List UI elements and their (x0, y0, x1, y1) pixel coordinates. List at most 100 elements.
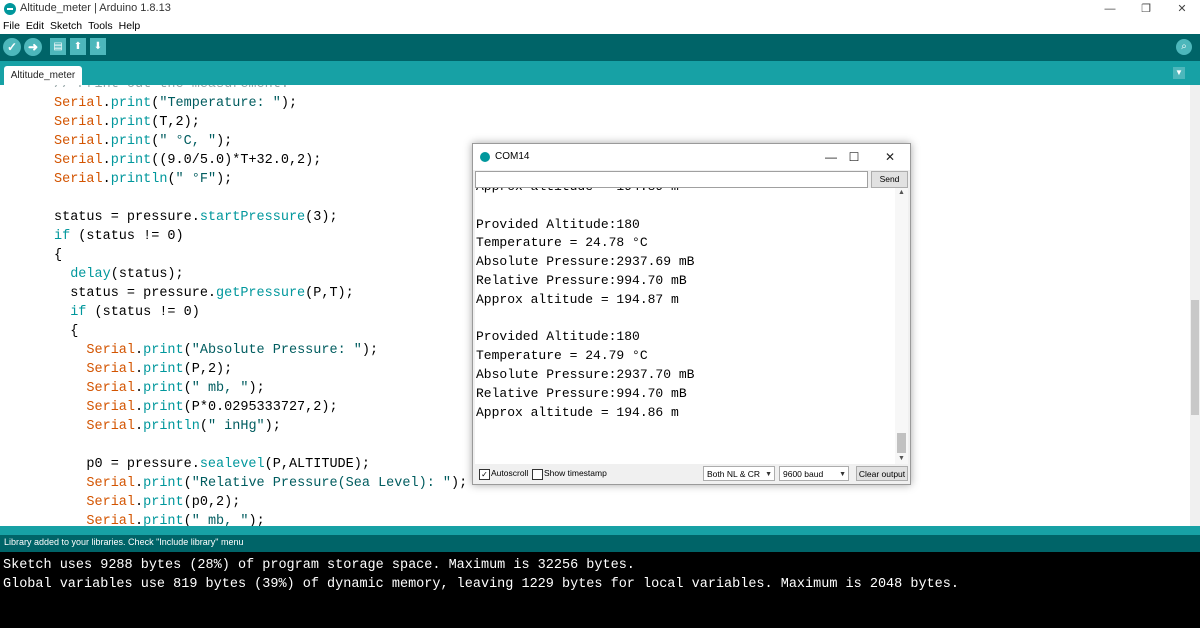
code-token: . (102, 115, 111, 130)
code-token: ); (361, 343, 379, 358)
serial-output-line: Temperature = 24.78 °C (476, 235, 648, 251)
arduino-logo-icon (480, 152, 490, 162)
menu-sketch[interactable]: Sketch (50, 18, 82, 34)
code-token: " °C, " (159, 134, 217, 149)
code-token: print (110, 134, 152, 149)
code-token: . (102, 172, 111, 187)
magnifier-icon: ⌕ (1181, 41, 1187, 52)
save-button[interactable]: ⬇ (90, 38, 106, 55)
chevron-down-icon: ▼ (765, 471, 772, 478)
baud-value: 9600 baud (783, 469, 824, 479)
code-token: Serial (86, 514, 136, 526)
code-token: ); (248, 514, 265, 526)
serial-output-line: Absolute Pressure:2937.69 mB (476, 254, 695, 270)
menu-help[interactable]: Help (119, 18, 141, 34)
menu-tools[interactable]: Tools (88, 18, 113, 34)
serial-output-line: Absolute Pressure:2937.70 mB (476, 367, 695, 382)
scroll-down-icon[interactable]: ▼ (895, 454, 908, 464)
code-token: . (102, 153, 111, 168)
serial-monitor-button[interactable]: ⌕ (1176, 39, 1192, 55)
save-icon: ⬇ (93, 41, 103, 52)
chevron-down-icon: ▼ (1175, 68, 1183, 77)
code-token: ((9.0/5.0)*T+32.0,2); (151, 153, 322, 168)
code-token: (P,T); (305, 286, 354, 301)
menu-file[interactable]: File (3, 18, 20, 34)
console-line: Sketch uses 9288 bytes (28%) of program … (3, 558, 635, 573)
toolbar: ✓ ➜ ▤ ⬆ ⬇ ⌕ (0, 34, 1200, 61)
serial-maximize-button[interactable]: ☐ (840, 149, 868, 165)
code-line: delay(status); (54, 265, 184, 284)
line-ending-select[interactable]: Both NL & CR ▼ (703, 466, 775, 481)
code-token: (status); (110, 267, 184, 282)
code-line: Serial.print(P,2); (54, 360, 232, 379)
code-token: . (135, 476, 144, 491)
code-line: Serial.print("Relative Pressure(Sea Leve… (54, 474, 467, 493)
minimize-button[interactable]: — (1095, 1, 1125, 17)
code-line: Serial.print("Absolute Pressure: "); (54, 341, 378, 360)
menu-edit[interactable]: Edit (26, 18, 44, 34)
scroll-up-icon[interactable]: ▲ (895, 188, 908, 198)
code-line: Serial.print(T,2); (54, 113, 200, 132)
status-strip: Library added to your libraries. Check "… (0, 535, 1200, 552)
editor-scroll-thumb[interactable] (1191, 300, 1199, 415)
upload-button[interactable]: ➜ (24, 38, 42, 56)
new-button[interactable]: ▤ (50, 38, 66, 55)
code-token: (P,2); (183, 362, 233, 377)
code-token: status = pressure. (54, 210, 200, 225)
menu-bar: File Edit Sketch Tools Help (0, 18, 1200, 34)
code-token: if (54, 229, 71, 244)
serial-output-line: Approx altitude = 194.87 m (476, 291, 679, 307)
tab-menu-button[interactable]: ▼ (1173, 67, 1185, 79)
autoscroll-checkbox[interactable]: ✓ (479, 469, 490, 480)
tab-altitude-meter[interactable]: Altitude_meter (4, 66, 82, 85)
code-line: p0 = pressure.sealevel(P,ALTITUDE); (54, 455, 370, 474)
window-title: Altitude_meter | Arduino 1.8.13 (20, 2, 171, 14)
code-token: " inHg" (207, 419, 265, 434)
code-token: (T,2); (151, 115, 200, 130)
code-line: Serial.print(" °C, "); (54, 132, 232, 151)
code-token: getPressure (216, 286, 306, 301)
serial-close-button[interactable]: ✕ (876, 149, 904, 165)
code-token: println (143, 419, 200, 434)
code-token: status = pressure. (54, 286, 217, 301)
code-token: . (135, 381, 144, 396)
code-token: ); (264, 419, 281, 434)
serial-output-line: Approx altitude = 194.89 m (476, 188, 679, 196)
code-token: print (143, 400, 184, 415)
code-line: Serial.println(" °F"); (54, 170, 232, 189)
code-token: Serial (54, 153, 103, 168)
code-line: { (54, 322, 78, 341)
editor-scrollbar[interactable] (1190, 85, 1200, 526)
code-token: Serial (86, 495, 136, 510)
maximize-button[interactable]: ❐ (1131, 1, 1161, 17)
verify-button[interactable]: ✓ (3, 38, 21, 56)
code-token: // Print out the measurement: (54, 85, 289, 92)
code-line: // Print out the measurement: (54, 85, 289, 94)
send-button[interactable]: Send (871, 171, 908, 188)
code-token: Serial (86, 476, 136, 491)
new-file-icon: ▤ (53, 41, 63, 52)
baud-select[interactable]: 9600 baud ▼ (779, 466, 849, 481)
code-token: print (110, 153, 152, 168)
timestamp-checkbox[interactable] (532, 469, 543, 480)
code-token: (P*0.0295333727,2); (183, 400, 338, 415)
code-token: " mb, " (191, 514, 249, 526)
code-token: (3); (305, 210, 338, 225)
code-token: . (135, 343, 144, 358)
code-line: status = pressure.getPressure(P,T); (54, 284, 354, 303)
serial-scrollbar[interactable]: ▲ ▼ (895, 188, 908, 464)
line-ending-value: Both NL & CR (707, 469, 761, 479)
code-token: ); (280, 96, 298, 111)
serial-send-input[interactable] (475, 171, 868, 188)
serial-footer: ✓ Autoscroll Show timestamp Both NL & CR… (473, 465, 910, 484)
code-line: if (status != 0) (54, 303, 200, 322)
close-button[interactable]: ✕ (1167, 1, 1197, 17)
open-button[interactable]: ⬆ (70, 38, 86, 55)
serial-scroll-thumb[interactable] (897, 433, 906, 453)
clear-output-button[interactable]: Clear output (856, 466, 908, 481)
